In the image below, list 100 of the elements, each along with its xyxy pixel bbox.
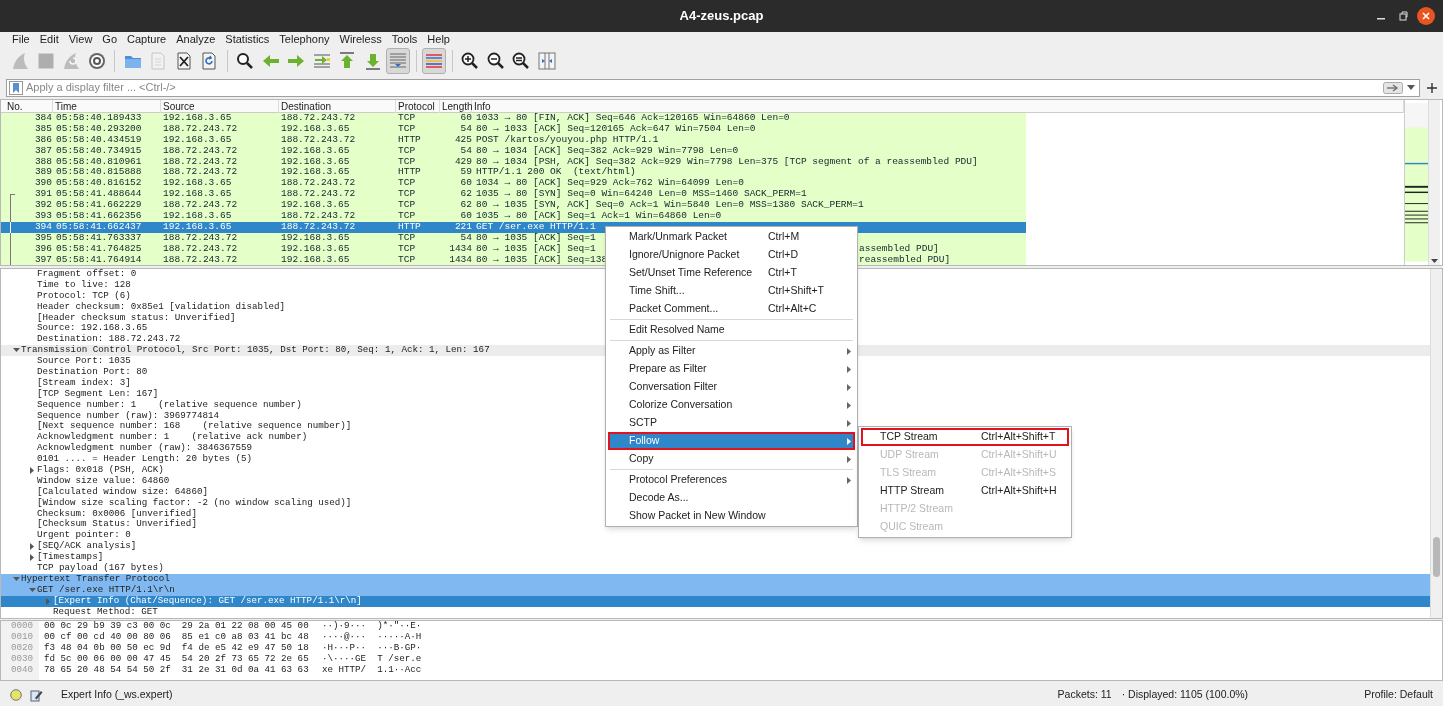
- menu-item[interactable]: Wireless: [339, 30, 382, 48]
- table-cell: 385: [34, 122, 52, 134]
- tree-item[interactable]: Transmission Control Protocol, Src Port: 1035, Dst Port: 80, Seq: 1, Ack: 1, Len: 167: [21, 345, 490, 357]
- tree-item[interactable]: Request Method: GET: [53, 606, 158, 618]
- menu-item[interactable]: Analyze: [176, 30, 216, 48]
- tree-item[interactable]: [Expert Info (Chat/Sequence): GET /ser.exe HTTP/1.1\r\n]: [53, 595, 362, 607]
- tree-item[interactable]: [Calculated window size: 64860]: [37, 486, 208, 498]
- menu-item[interactable]: HTTP Stream Ctrl+Alt+Shift+H: [861, 482, 1069, 500]
- menu-item[interactable]: TCP Stream Ctrl+Alt+Shift+T: [861, 428, 1069, 446]
- caret-right-icon[interactable]: [27, 465, 37, 476]
- table-cell: 392: [34, 199, 52, 211]
- tree-item[interactable]: Sequence number (raw): 3969774814: [37, 410, 219, 422]
- hex-bytes: 00 0c 29 b9 39 c3 00 0c 29 2a 01 22 08 00 45 00: [44, 621, 310, 632]
- tree-item[interactable]: Destination Port: 80: [37, 367, 148, 378]
- table-cell: GET /ser.exe HTTP/1.1: [476, 220, 596, 232]
- table-cell-text: 188.72.243.72: [162, 156, 239, 168]
- tree-item[interactable]: [TCP Segment Len: 167]: [37, 388, 159, 400]
- tree-item[interactable]: Sequence number: 1 (relative sequence number): [37, 399, 302, 411]
- profile-label[interactable]: Profile: Default: [1364, 687, 1433, 703]
- packet-row[interactable]: 390 05:58:40.816152 192.168.3.65 188.72.243.72 TCP 60 1034 → 80 [ACK] Seq=929 Ack=762 Win=64099 Len=0: [1, 178, 1026, 190]
- menu-item[interactable]: Colorize Conversation: [608, 396, 855, 414]
- menu-item[interactable]: Help: [427, 30, 450, 48]
- menu-item[interactable]: SCTP: [608, 414, 855, 432]
- packet-row[interactable]: 389 05:58:40.815888 188.72.243.72 192.168.3.65 HTTP 59 HTTP/1.1 200 OK (text/html): [1, 167, 1026, 179]
- table-cell-text: 429: [453, 156, 472, 168]
- packet-row[interactable]: 385 05:58:40.293200 188.72.243.72 192.168.3.65 TCP 54 80 → 1033 [ACK] Seq=120165 Ack=647 Win=7504 Len=0: [1, 123, 1026, 135]
- menu-item[interactable]: Statistics: [225, 30, 270, 48]
- tree-item[interactable]: Time to live: 128: [37, 279, 131, 291]
- caret-right-icon[interactable]: [27, 541, 37, 552]
- table-cell-text: 60: [459, 113, 472, 124]
- table-cell-text: HTTP: [397, 134, 422, 146]
- menu-item[interactable]: Edit: [39, 30, 59, 48]
- tree-item[interactable]: Destination: 188.72.243.72: [37, 334, 181, 346]
- menu-item[interactable]: Apply as Filter: [608, 342, 855, 360]
- packet-row[interactable]: 392 05:58:41.662229 188.72.243.72 192.168.3.65 TCP 62 80 → 1035 [SYN, ACK] Seq=0 Ack=1 Win=5840 Len=0 MSS=1380 SACK_PERM=1: [1, 200, 1026, 211]
- packet-row[interactable]: 387 05:58:40.734915 188.72.243.72 192.168.3.65 TCP 54 80 → 1034 [ACK] Seq=382 Ack=929 Win=7798 Len=0: [1, 145, 1026, 157]
- menu-item[interactable]: Telephony: [279, 30, 330, 48]
- tree-item[interactable]: [Next sequence number: 168 (relative sequence number)]: [37, 421, 352, 433]
- packet-row[interactable]: 391 05:58:41.488644 192.168.3.65 188.72.243.72 TCP 62 1035 → 80 [SYN] Seq=0 Win=64240 Len=0 MSS=1460 SACK_PERM=1: [1, 189, 1026, 201]
- table-cell: 80 → 1033 [ACK] Seq=120165 Ack=647 Win=7504 Len=0: [476, 122, 756, 134]
- packet-count: Packets: 11: [1057, 687, 1112, 703]
- tree-item[interactable]: Fragment offset: 0: [37, 269, 137, 280]
- scrollbar-thumb[interactable]: [1433, 537, 1440, 577]
- ascii-text: ·H···P·· ···B·GP·: [322, 642, 422, 654]
- table-cell-text: TCP: [397, 211, 417, 222]
- packet-minimap[interactable]: [1404, 100, 1428, 265]
- tree-item[interactable]: Acknowledgment number: 1 (relative ack number): [37, 432, 308, 444]
- menu-item[interactable]: Set/Unset Time Reference Ctrl+T: [608, 264, 855, 282]
- close-icon[interactable]: [1417, 7, 1435, 25]
- menu-item[interactable]: Go: [102, 30, 118, 48]
- menu-item[interactable]: Tools: [391, 30, 418, 48]
- tree-item[interactable]: Acknowledgment number (raw): 3846367559: [37, 443, 253, 455]
- menu-item[interactable]: Decode As...: [608, 489, 855, 507]
- bookmark-icon[interactable]: [9, 80, 23, 95]
- tree-item[interactable]: Checksum: 0x0006 [unverified]: [37, 508, 197, 520]
- menu-item[interactable]: Copy: [608, 450, 855, 468]
- menu-item[interactable]: Show Packet in New Window: [608, 507, 855, 525]
- packet-row[interactable]: 384 05:58:40.189433 192.168.3.65 188.72.243.72 TCP 60 1033 → 80 [FIN, ACK] Seq=646 Ack=120165 Win=64860 Len=0: [1, 113, 1026, 124]
- packet-row[interactable]: 388 05:58:40.810961 188.72.243.72 192.168.3.65 TCP 429 80 → 1034 [PSH, ACK] Seq=382 Ack=929 Win=7798 Len=375 [TCP segment of a reassembled PDU]: [1, 156, 1026, 168]
- dropdown-caret-icon[interactable]: [1407, 84, 1415, 91]
- menu-item[interactable]: Protocol Preferences: [608, 471, 855, 489]
- tree-item[interactable]: [SEQ/ACK analysis]: [37, 541, 137, 553]
- packet-row[interactable]: 386 05:58:40.434519 192.168.3.65 188.72.243.72 HTTP 425 POST /kartos/youyou.php HTTP/1.1: [1, 134, 1026, 146]
- menu-item[interactable]: Packet Comment... Ctrl+Alt+C: [608, 300, 855, 318]
- tree-item[interactable]: Source: 192.168.3.65: [37, 323, 148, 335]
- tree-item[interactable]: Window size value: 64860: [37, 475, 170, 487]
- colored-lines-icon[interactable]: [422, 48, 446, 74]
- menu-item[interactable]: Prepare as Filter: [608, 360, 855, 378]
- tree-item[interactable]: Urgent pointer: 0: [37, 530, 131, 542]
- menu-item[interactable]: Edit Resolved Name: [608, 321, 855, 339]
- menu-item[interactable]: Conversation Filter: [608, 378, 855, 396]
- tree-item[interactable]: 0101 .... = Header Length: 20 bytes (5): [37, 454, 253, 466]
- tree-item[interactable]: [Timestamps]: [37, 552, 104, 564]
- submenu-arrow-icon: [847, 347, 851, 355]
- scrollbar[interactable]: [1428, 100, 1440, 265]
- tree-item[interactable]: [Checksum Status: Unverified]: [37, 519, 197, 531]
- tree-item[interactable]: TCP payload (167 bytes): [37, 563, 164, 574]
- packet-row[interactable]: 393 05:58:41.662356 192.168.3.65 188.72.243.72 TCP 60 1035 → 80 [ACK] Seq=1 Ack=1 Win=64860 Len=0: [1, 211, 1026, 222]
- indicator-icon[interactable]: [10, 689, 22, 701]
- table-cell-text: 192.168.3.65: [162, 189, 233, 201]
- add-icon[interactable]: [1427, 82, 1437, 93]
- edit-icon[interactable]: [30, 688, 43, 702]
- tree-item[interactable]: [Window size scaling factor: -2 (no window scaling used)]: [37, 497, 352, 509]
- tree-item[interactable]: Source Port: 1035: [37, 356, 131, 368]
- menu-item[interactable]: View: [68, 30, 93, 48]
- scroll-down-icon[interactable]: [1429, 257, 1440, 265]
- tree-item[interactable]: Protocol: TCP (6): [37, 290, 131, 302]
- tree-item[interactable]: Hypertext Transfer Protocol: [21, 573, 170, 585]
- menu-item[interactable]: Follow: [608, 432, 855, 450]
- submenu-arrow-icon: [847, 419, 851, 427]
- table-cell-text: 05:58:41.488644: [55, 189, 143, 201]
- tree-item[interactable]: [Stream index: 3]: [37, 377, 131, 389]
- tree-item[interactable]: [Header checksum status: Unverified]: [37, 312, 236, 324]
- menu-item[interactable]: File: [12, 30, 30, 48]
- submenu-arrow-icon: [847, 476, 851, 484]
- scrollbar[interactable]: [1430, 269, 1442, 618]
- menu-item[interactable]: Time Shift... Ctrl+Shift+T: [608, 282, 855, 300]
- tree-item[interactable]: Flags: 0x018 (PSH, ACK): [37, 465, 164, 476]
- tree-item[interactable]: Header checksum: 0x85e1 [validation disabled]: [37, 301, 286, 313]
- menu-item[interactable]: Capture: [127, 30, 167, 48]
